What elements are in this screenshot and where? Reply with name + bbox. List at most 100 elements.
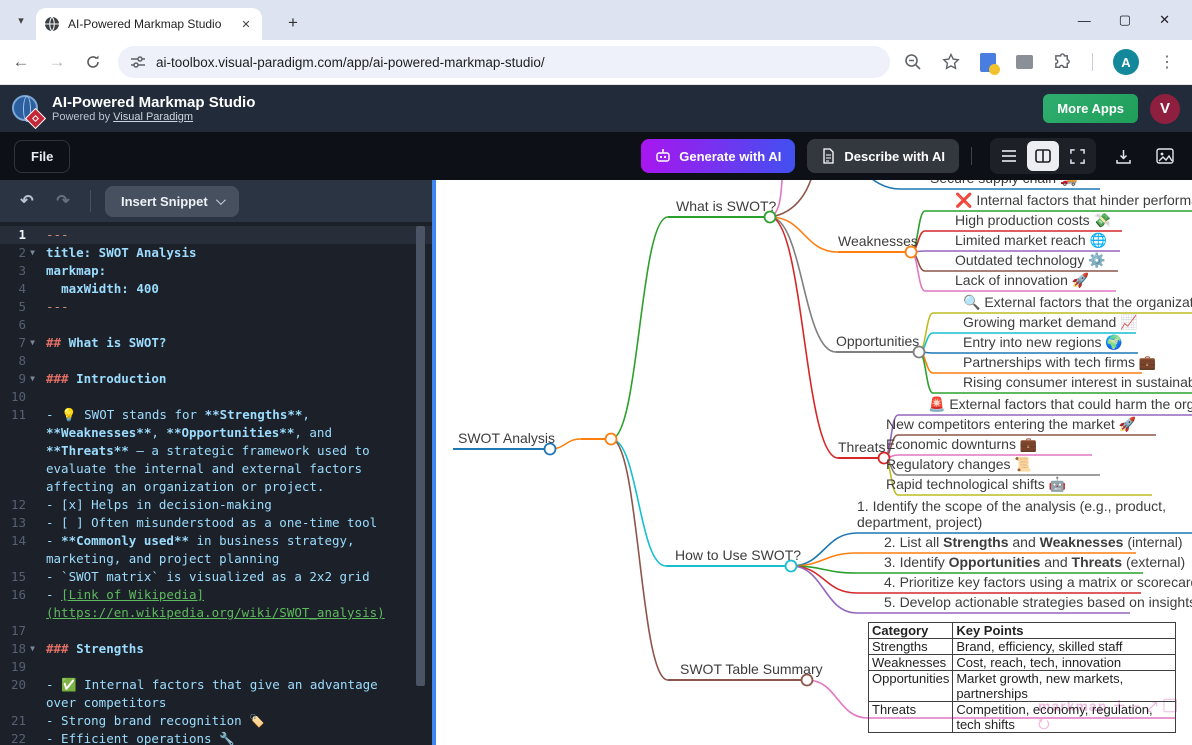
- editor-line[interactable]: 13- [ ] Often misunderstood as a one-tim…: [0, 514, 432, 532]
- editor-line[interactable]: 4 maxWidth: 400: [0, 280, 432, 298]
- editor-line[interactable]: 5---: [0, 298, 432, 316]
- redo-button[interactable]: ↷: [50, 188, 76, 214]
- map-node-label[interactable]: Partnerships with tech firms 💼: [963, 354, 1156, 370]
- node-collapse-circle[interactable]: [606, 434, 617, 445]
- map-node-label[interactable]: Limited market reach 🌐: [955, 232, 1107, 248]
- editor-line[interactable]: 15- `SWOT matrix` is visualized as a 2x2…: [0, 568, 432, 586]
- map-node-label[interactable]: Threats: [838, 439, 885, 455]
- address-bar[interactable]: ai-toolbox.visual-paradigm.com/app/ai-po…: [118, 46, 890, 78]
- map-node-label[interactable]: Economic downturns 💼: [886, 436, 1037, 452]
- tab-search-button[interactable]: ▾: [8, 7, 34, 33]
- browser-tab[interactable]: AI-Powered Markmap Studio ✕: [36, 8, 262, 40]
- map-node-label[interactable]: Rapid technological shifts 🤖: [886, 476, 1066, 492]
- editor-line[interactable]: 3markmap:: [0, 262, 432, 280]
- line-number: 17: [0, 622, 26, 640]
- table-cell: Competition, economy, regulation, tech s…: [953, 702, 1176, 733]
- download-button[interactable]: [1108, 141, 1138, 171]
- editor-line[interactable]: 21- Strong brand recognition 🏷️: [0, 712, 432, 730]
- file-menu-button[interactable]: File: [14, 140, 70, 173]
- map-node-label[interactable]: Regulatory changes 📜: [886, 456, 1032, 472]
- window-minimize-button[interactable]: —: [1078, 13, 1091, 28]
- fold-chevron-icon[interactable]: ▼: [26, 244, 39, 262]
- map-node-label[interactable]: Secure supply chain 🚚: [930, 180, 1077, 186]
- forward-button[interactable]: →: [42, 47, 72, 77]
- map-node-label[interactable]: 4. Prioritize key factors using a matrix…: [884, 574, 1192, 590]
- map-node-label[interactable]: High production costs 💸: [955, 212, 1111, 228]
- more-apps-button[interactable]: More Apps: [1043, 94, 1138, 123]
- map-node-label[interactable]: SWOT Analysis: [458, 430, 555, 446]
- editor-line[interactable]: 16- [Link of Wikipedia](https://en.wikip…: [0, 586, 432, 622]
- new-tab-button[interactable]: +: [280, 10, 306, 36]
- generate-with-ai-button[interactable]: Generate with AI: [641, 139, 795, 173]
- undo-button[interactable]: ↶: [14, 188, 40, 214]
- zoom-out-icon[interactable]: [904, 53, 922, 71]
- map-node-label[interactable]: New competitors entering the market 🚀: [886, 416, 1136, 432]
- map-node-label[interactable]: What is SWOT?: [676, 198, 776, 214]
- map-node-label[interactable]: ❌ Internal factors that hinder performa: [955, 192, 1192, 208]
- map-node-label[interactable]: Weaknesses: [838, 233, 918, 249]
- code-editor[interactable]: 1---2▼title: SWOT Analysis3markmap:4 max…: [0, 222, 432, 745]
- editor-line[interactable]: 12- [x] Helps in decision-making: [0, 496, 432, 514]
- split-view-button[interactable]: [1027, 141, 1059, 171]
- line-number: 21: [0, 712, 26, 730]
- map-node-label[interactable]: Outdated technology ⚙️: [955, 252, 1106, 268]
- editor-line[interactable]: 9▼### Introduction: [0, 370, 432, 388]
- map-node-label[interactable]: 5. Develop actionable strategies based o…: [884, 594, 1192, 610]
- editor-line[interactable]: 2▼title: SWOT Analysis: [0, 244, 432, 262]
- fold-chevron-icon[interactable]: ▼: [26, 334, 39, 352]
- map-node-label[interactable]: 🚨 External factors that could harm the o…: [928, 396, 1192, 412]
- fold-chevron-icon[interactable]: ▼: [26, 370, 39, 388]
- editor-line[interactable]: 22- Efficient operations 🔧: [0, 730, 432, 745]
- map-node-label[interactable]: 3. Identify Opportunities and Threats (e…: [884, 554, 1185, 570]
- editor-line[interactable]: 6: [0, 316, 432, 334]
- editor-line[interactable]: 20- ✅ Internal factors that give an adva…: [0, 676, 432, 712]
- tab-favicon-globe-icon: [44, 16, 60, 32]
- map-node-label[interactable]: Rising consumer interest in sustainabili: [963, 374, 1192, 390]
- view-mode-group: [990, 138, 1096, 174]
- line-number: 15: [0, 568, 26, 586]
- browser-profile-avatar[interactable]: A: [1113, 49, 1139, 75]
- map-node-label[interactable]: SWOT Table Summary: [680, 661, 823, 677]
- describe-with-ai-button[interactable]: Describe with AI: [807, 139, 959, 173]
- map-node-label[interactable]: 2. List all Strengths and Weaknesses (in…: [884, 534, 1183, 550]
- site-settings-tune-icon[interactable]: [130, 54, 146, 70]
- map-node-label[interactable]: Lack of innovation 🚀: [955, 272, 1089, 288]
- editor-only-view-button[interactable]: [993, 141, 1025, 171]
- map-node-label[interactable]: 1. Identify the scope of the analysis (e…: [857, 498, 1166, 530]
- editor-line[interactable]: 19: [0, 658, 432, 676]
- table-row: OpportunitiesMarket growth, new markets,…: [869, 671, 1176, 702]
- map-node-label[interactable]: Entry into new regions 🌍: [963, 334, 1123, 350]
- editor-line[interactable]: 8: [0, 352, 432, 370]
- editor-line[interactable]: 10: [0, 388, 432, 406]
- extensions-puzzle-icon[interactable]: [1053, 53, 1072, 72]
- map-node-label[interactable]: How to Use SWOT?: [675, 547, 801, 563]
- visual-paradigm-link[interactable]: Visual Paradigm: [113, 111, 193, 123]
- tab-close-icon[interactable]: ✕: [238, 16, 254, 32]
- browser-menu-kebab-icon[interactable]: ⋮: [1159, 52, 1175, 72]
- extension-translate-icon[interactable]: [980, 53, 996, 72]
- insert-snippet-button[interactable]: Insert Snippet: [105, 186, 239, 217]
- editor-line[interactable]: 11- 💡 SWOT stands for **Strengths**, **W…: [0, 406, 432, 496]
- export-image-button[interactable]: [1150, 141, 1180, 171]
- markmap-canvas[interactable]: SWOT Analysis What is SWOT? Weaknesses ❌ In…: [436, 180, 1192, 745]
- fold-spacer: [26, 226, 39, 244]
- fold-chevron-icon[interactable]: ▼: [26, 640, 39, 658]
- map-node-label[interactable]: 🔍 External factors that the organizatio: [963, 294, 1192, 310]
- bookmark-star-icon[interactable]: [942, 53, 960, 71]
- map-node-label[interactable]: Opportunities: [836, 333, 919, 349]
- editor-line[interactable]: 18▼### Strengths: [0, 640, 432, 658]
- reload-button[interactable]: [78, 47, 108, 77]
- extension-comment-icon[interactable]: [1016, 55, 1033, 69]
- fullscreen-view-button[interactable]: [1061, 141, 1093, 171]
- editor-line[interactable]: 17: [0, 622, 432, 640]
- editor-line[interactable]: 1---: [0, 226, 432, 244]
- window-close-button[interactable]: ✕: [1159, 12, 1170, 28]
- user-avatar[interactable]: V: [1150, 94, 1180, 124]
- editor-scrollbar[interactable]: [416, 226, 425, 686]
- window-maximize-button[interactable]: ▢: [1119, 12, 1131, 28]
- map-link: [807, 680, 868, 718]
- map-node-label[interactable]: Growing market demand 📈: [963, 314, 1138, 330]
- editor-line[interactable]: 14- **Commonly used** in business strate…: [0, 532, 432, 568]
- back-button[interactable]: ←: [6, 47, 36, 77]
- editor-line[interactable]: 7▼## What is SWOT?: [0, 334, 432, 352]
